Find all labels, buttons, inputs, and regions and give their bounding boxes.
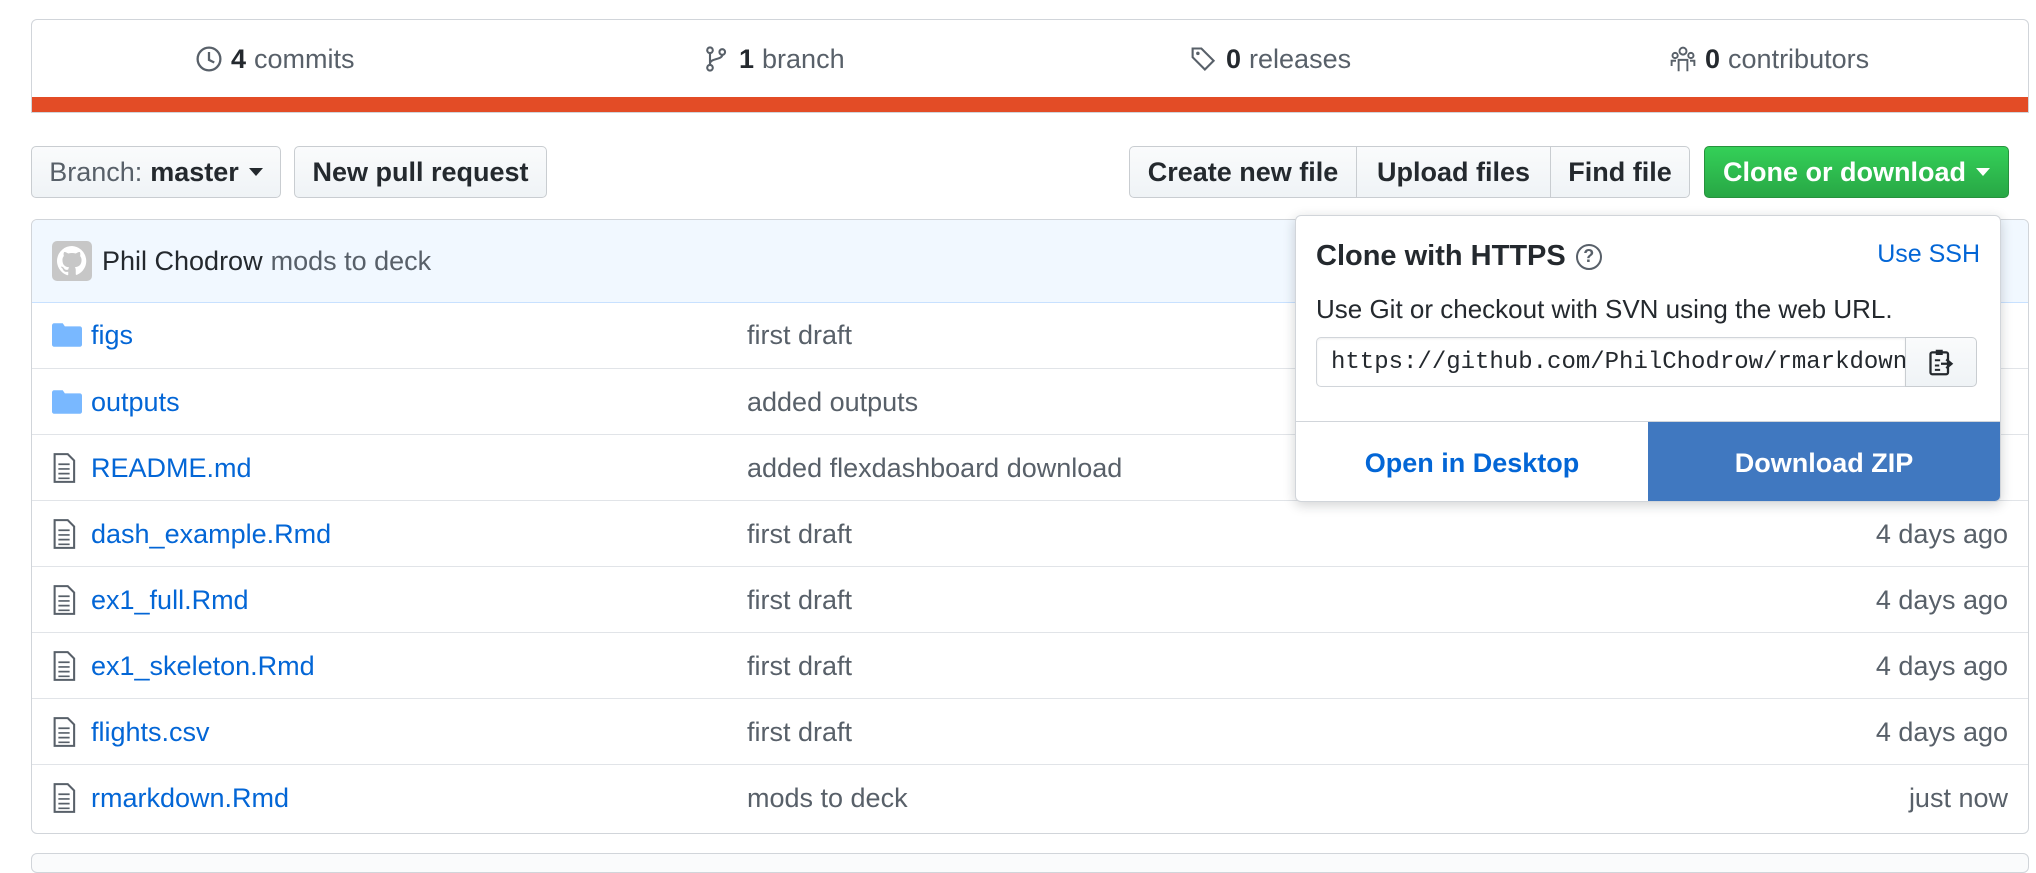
file-commit-message[interactable]: first draft	[747, 320, 852, 351]
clone-popover: Clone with HTTPS ? Use SSH Use Git or ch…	[1295, 215, 2001, 502]
tag-icon	[1191, 47, 1216, 71]
file-row[interactable]: rmarkdown.Rmd mods to deck just now	[32, 764, 2028, 831]
file-name-link[interactable]: outputs	[91, 387, 180, 418]
file-commit-message[interactable]: mods to deck	[747, 783, 908, 814]
clone-or-download-label: Clone or download	[1723, 156, 1966, 187]
file-row[interactable]: ex1_full.Rmd first draft 4 days ago	[32, 566, 2028, 633]
readme-box	[31, 853, 2029, 873]
releases-label: releases	[1249, 43, 1352, 74]
file-name-link[interactable]: README.md	[91, 453, 252, 484]
contributors-link[interactable]: 0 contributors	[1669, 20, 1869, 98]
file-commit-message[interactable]: first draft	[747, 717, 852, 748]
new-pull-request-button[interactable]: New pull request	[294, 146, 547, 198]
commit-message[interactable]: mods to deck	[271, 246, 432, 277]
folder-icon	[52, 323, 82, 347]
folder-icon-wrap	[52, 387, 82, 417]
file-icon	[53, 519, 76, 549]
file-commit-message[interactable]: added outputs	[747, 387, 918, 418]
history-icon	[196, 46, 222, 72]
file-icon	[53, 717, 76, 747]
clipboard-icon	[1929, 349, 1954, 376]
commits-count: 4	[231, 43, 247, 74]
clone-url-input[interactable]: https://github.com/PhilChodrow/rmarkdown	[1316, 337, 1906, 387]
language-bar[interactable]	[32, 97, 2028, 112]
file-name-link[interactable]: rmarkdown.Rmd	[91, 783, 289, 814]
file-name-link[interactable]: flights.csv	[91, 717, 210, 748]
releases-count: 0	[1226, 43, 1242, 74]
file-icon-wrap	[52, 453, 82, 483]
find-file-button[interactable]: Find file	[1550, 146, 1690, 198]
repo-summary: 4 commits 1 branch 0 releases 0 contribu…	[31, 19, 2029, 113]
commits-link[interactable]: 4 commits	[195, 20, 355, 98]
clone-or-download-button[interactable]: Clone or download	[1704, 146, 2009, 198]
commit-author[interactable]: Phil Chodrow	[102, 246, 263, 277]
branch-select-button[interactable]: Branch: master	[31, 146, 281, 198]
avatar[interactable]	[52, 241, 92, 281]
use-ssh-link[interactable]: Use SSH	[1877, 240, 1980, 269]
file-name-link[interactable]: figs	[91, 320, 133, 351]
file-icon	[53, 453, 76, 483]
file-icon	[53, 783, 76, 813]
open-in-desktop-button[interactable]: Open in Desktop	[1296, 422, 1648, 501]
branches-label: branch	[762, 43, 845, 74]
file-icon-wrap	[52, 651, 82, 681]
git-branch-icon	[706, 46, 727, 72]
file-row[interactable]: ex1_skeleton.Rmd first draft 4 days ago	[32, 632, 2028, 699]
octocat-icon	[57, 246, 87, 276]
file-name-link[interactable]: ex1_skeleton.Rmd	[91, 651, 315, 682]
branch-label: Branch:	[49, 156, 143, 187]
branches-count: 1	[739, 43, 755, 74]
caret-down-icon	[1976, 168, 1990, 176]
file-commit-message[interactable]: first draft	[747, 585, 852, 616]
file-commit-message[interactable]: first draft	[747, 519, 852, 550]
branches-link[interactable]: 1 branch	[703, 20, 845, 98]
file-commit-message[interactable]: first draft	[747, 651, 852, 682]
copy-to-clipboard-button[interactable]	[1905, 337, 1977, 387]
file-icon	[53, 651, 76, 681]
commits-label: commits	[254, 43, 355, 74]
file-row[interactable]: dash_example.Rmd first draft 4 days ago	[32, 500, 2028, 567]
contributors-count: 0	[1705, 43, 1721, 74]
file-age: 4 days ago	[1875, 716, 2008, 747]
upload-files-button[interactable]: Upload files	[1356, 146, 1551, 198]
organization-icon	[1670, 46, 1696, 72]
file-row[interactable]: flights.csv first draft 4 days ago	[32, 698, 2028, 765]
caret-down-icon	[248, 168, 263, 176]
file-age: 4 days ago	[1875, 650, 2008, 681]
clone-actions: Open in Desktop Download ZIP	[1296, 421, 2000, 501]
folder-icon	[52, 390, 82, 414]
download-zip-button[interactable]: Download ZIP	[1648, 422, 2000, 501]
file-age: 4 days ago	[1875, 584, 2008, 615]
file-icon	[53, 585, 76, 615]
file-icon-wrap	[52, 783, 82, 813]
file-age: 4 days ago	[1875, 518, 2008, 549]
file-commit-message[interactable]: added flexdashboard download	[747, 453, 1122, 484]
contributors-label: contributors	[1728, 43, 1870, 74]
clone-title: Clone with HTTPS ?	[1316, 240, 1602, 273]
file-icon-wrap	[52, 585, 82, 615]
file-age: just now	[1908, 782, 2008, 813]
clone-title-text: Clone with HTTPS	[1316, 240, 1566, 272]
question-icon[interactable]: ?	[1575, 243, 1602, 270]
file-icon-wrap	[52, 717, 82, 747]
create-new-file-button[interactable]: Create new file	[1129, 146, 1357, 198]
branch-name: master	[150, 156, 239, 187]
file-name-link[interactable]: ex1_full.Rmd	[91, 585, 249, 616]
releases-link[interactable]: 0 releases	[1190, 20, 1351, 98]
file-icon-wrap	[52, 519, 82, 549]
folder-icon-wrap	[52, 320, 82, 350]
file-name-link[interactable]: dash_example.Rmd	[91, 519, 331, 550]
clone-description: Use Git or checkout with SVN using the w…	[1316, 294, 1893, 324]
